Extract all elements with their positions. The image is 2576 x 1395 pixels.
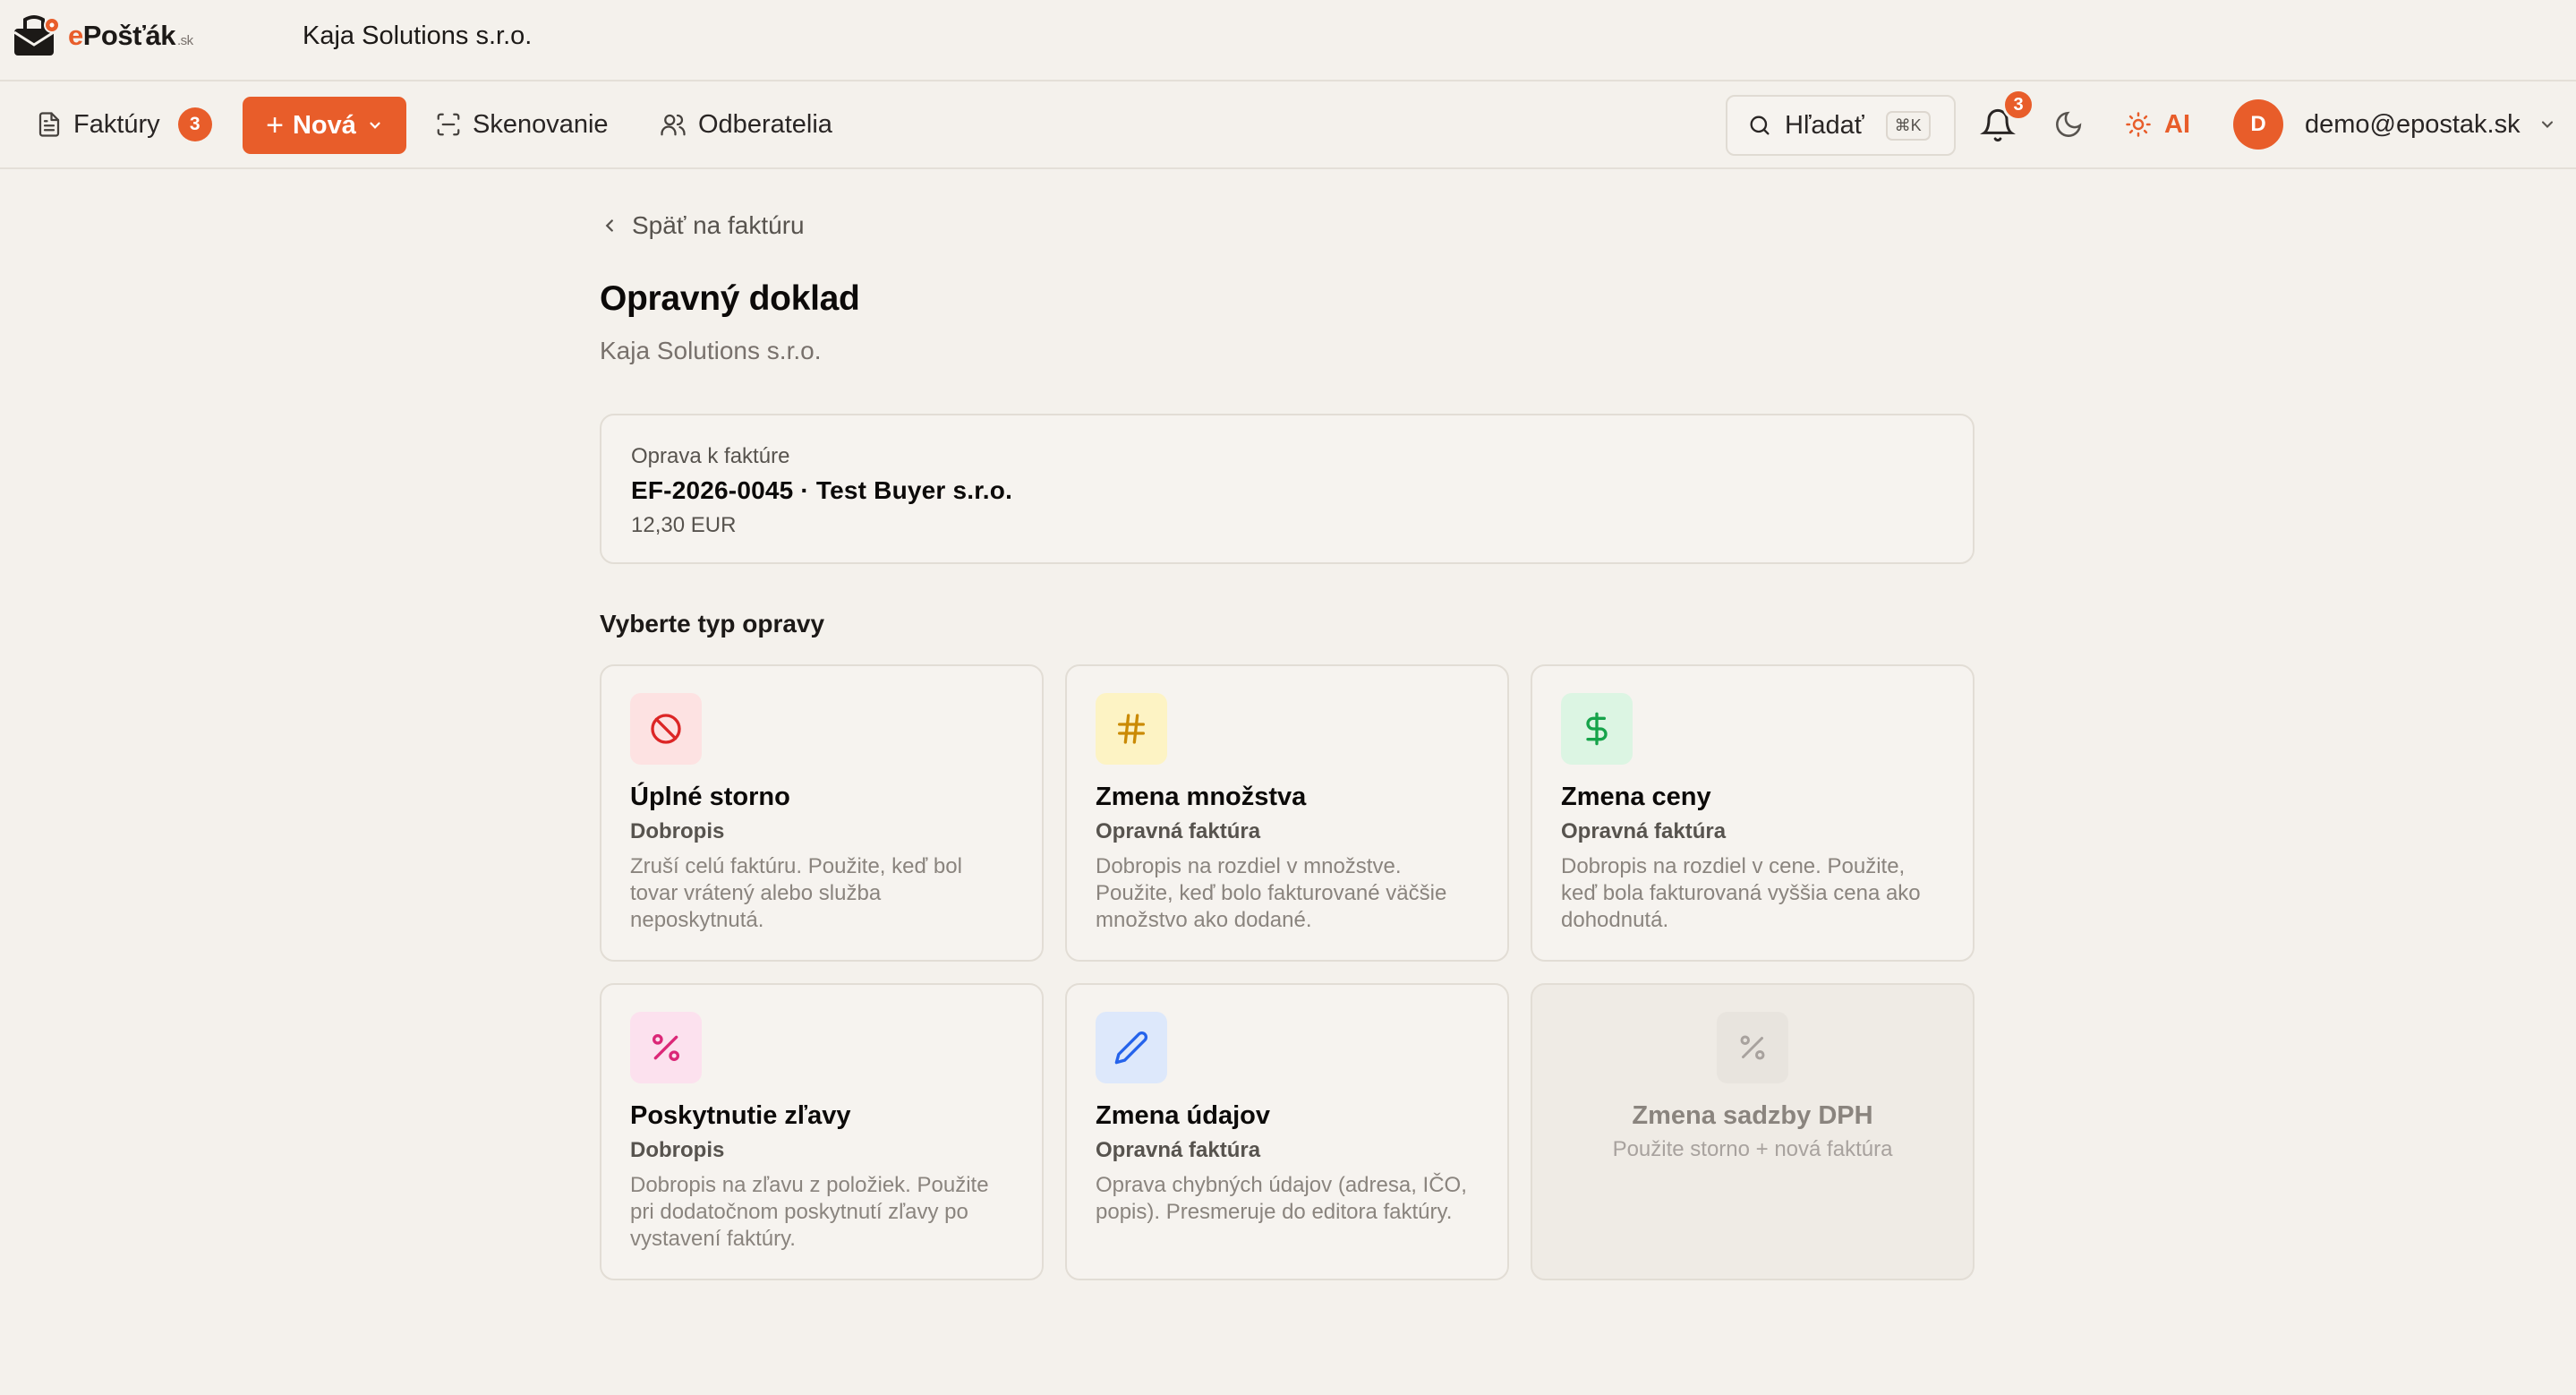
chevron-down-icon [370,122,380,129]
option-vat-rate-change-disabled: Zmena sadzby DPH Použite storno + nová f… [1531,983,1975,1280]
invoice-amount: 12,30 EUR [631,513,737,537]
theme-toggle[interactable] [2053,109,2084,144]
nav-invoices-label: Faktúry [73,109,160,139]
option-discount[interactable]: Poskytnutie zľavy Dobropis Dobropis na z… [600,983,1044,1280]
nav-customers[interactable]: Odberatelia [659,81,832,167]
option-data-change[interactable]: Zmena údajov Opravná faktúra Oprava chyb… [1065,983,1509,1280]
moon-icon [2056,111,2082,137]
ico-box [630,1012,702,1083]
option-name: Poskytnutie zľavy [630,1101,851,1130]
search-icon [1750,116,1770,135]
hash-icon [1118,714,1145,744]
option-name: Zmena ceny [1561,783,1711,811]
logo-text: ePošťák .sk [68,20,193,52]
logo-tld: .sk [176,33,193,48]
search-label: Hľadať [1785,110,1864,140]
top-bar: ePošťák .sk Kaja Solutions s.r.o. [0,0,2576,81]
percent-icon [653,1034,679,1061]
page-title: Opravný doklad [600,279,860,318]
option-description: Dobropis na zľavu z položiek. Použite pr… [630,1173,989,1251]
sun-icon [2126,112,2151,137]
option-type: Opravná faktúra [1561,819,1727,843]
chevron-left-icon [605,219,613,232]
ico-box [1561,693,1633,765]
option-description: Dobropis na rozdiel v cene. Použite, keď… [1561,854,1921,932]
option-name: Zmena údajov [1096,1101,1270,1130]
option-quantity-change[interactable]: Zmena množstva Opravná faktúra Dobropis … [1065,664,1509,962]
ai-button[interactable]: AI [2125,81,2190,167]
company-name: Kaja Solutions s.r.o. [303,21,533,50]
nav-invoices[interactable]: Faktúry 3 [36,81,212,167]
option-name: Zmena množstva [1096,783,1307,811]
logo-prefix: e [68,20,83,51]
new-button-label: Nová [292,110,356,140]
option-name: Zmena sadzby DPH [1632,1101,1873,1130]
search-button[interactable]: Hľadať ⌘K [1726,95,1956,156]
ai-label: AI [2164,109,2190,139]
option-type: Opravná faktúra [1096,819,1261,843]
ban-icon [651,714,681,744]
back-to-invoice-link[interactable]: Späť na faktúru [600,211,805,240]
logo[interactable]: ePošťák .sk [13,14,193,57]
nav-customers-label: Odberatelia [698,109,832,139]
percent-icon [1740,1035,1765,1060]
plus-icon: + [266,107,284,142]
option-description: Dobropis na rozdiel v množstve. Použite,… [1096,854,1447,932]
invoice-card-label: Oprava k faktúre [631,444,790,468]
chevron-down-icon [2541,121,2553,128]
logo-main: Pošťák [82,20,176,51]
page-subtitle: Kaja Solutions s.r.o. [600,337,822,364]
option-full-storno[interactable]: Úplné storno Dobropis Zruší celú faktúru… [600,664,1044,962]
scan-icon [437,113,460,136]
pencil-icon [1114,1031,1148,1065]
source-invoice-card: Oprava k faktúre EF-2026-0045 · Test Buy… [600,414,1975,564]
nav-bar: Faktúry 3 + Nová Skenovanie Odberatelia … [0,81,2576,169]
ico-box [630,693,702,765]
notifications-badge: 3 [2002,89,2034,121]
document-icon [38,112,60,137]
option-description: Oprava chybných údajov (adresa, IČO, pop… [1096,1173,1467,1224]
option-type: Opravná faktúra [1096,1138,1261,1162]
ico-box [1717,1012,1788,1083]
option-description: Použite storno + nová faktúra [1612,1137,1893,1161]
dollar-icon [1586,712,1608,746]
invoice-number: EF-2026-0045 · Test Buyer s.r.o. [631,476,1013,504]
mailbox-logo-icon [13,14,60,57]
option-name: Úplné storno [630,783,790,811]
avatar: D [2233,99,2283,150]
ico-box [1096,1012,1167,1083]
search-shortcut: ⌘K [1885,110,1931,141]
users-icon [661,114,686,136]
nav-scan[interactable]: Skenovanie [435,81,609,167]
invoices-count-badge: 3 [177,107,212,141]
option-price-change[interactable]: Zmena ceny Opravná faktúra Dobropis na r… [1531,664,1975,962]
ico-box [1096,693,1167,765]
user-menu[interactable]: D demo@epostak.sk [2233,97,2556,152]
option-description: Zruší celú faktúru. Použite, keď bol tov… [630,854,962,932]
user-email: demo@epostak.sk [2305,109,2521,139]
nav-scan-label: Skenovanie [473,109,609,139]
new-invoice-button[interactable]: + Nová [243,97,406,154]
back-label: Späť na faktúru [632,211,805,239]
option-type: Dobropis [630,1138,725,1162]
option-type: Dobropis [630,819,725,843]
section-title: Vyberte typ opravy [600,610,825,638]
